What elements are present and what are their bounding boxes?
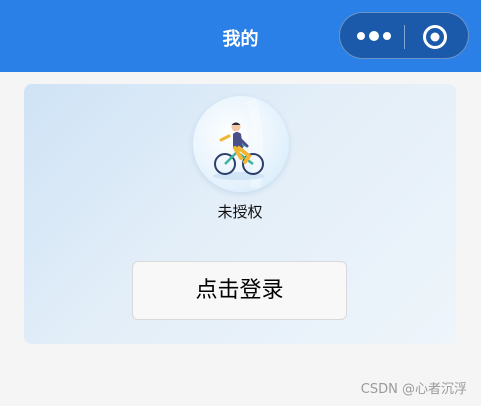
login-button[interactable]: 点击登录	[132, 261, 347, 320]
mini-program-capsule	[339, 12, 469, 59]
authorization-status: 未授权	[217, 203, 263, 221]
target-close-icon[interactable]	[422, 24, 448, 50]
watermark-text: CSDN @心者沉浮	[360, 382, 467, 397]
profile-card: 未授权 点击登录	[24, 84, 456, 344]
more-dots-icon[interactable]	[356, 26, 394, 46]
navigation-bar: 我的	[0, 0, 481, 72]
capsule-divider	[404, 25, 405, 49]
cyclist-avatar-icon[interactable]	[193, 96, 289, 192]
